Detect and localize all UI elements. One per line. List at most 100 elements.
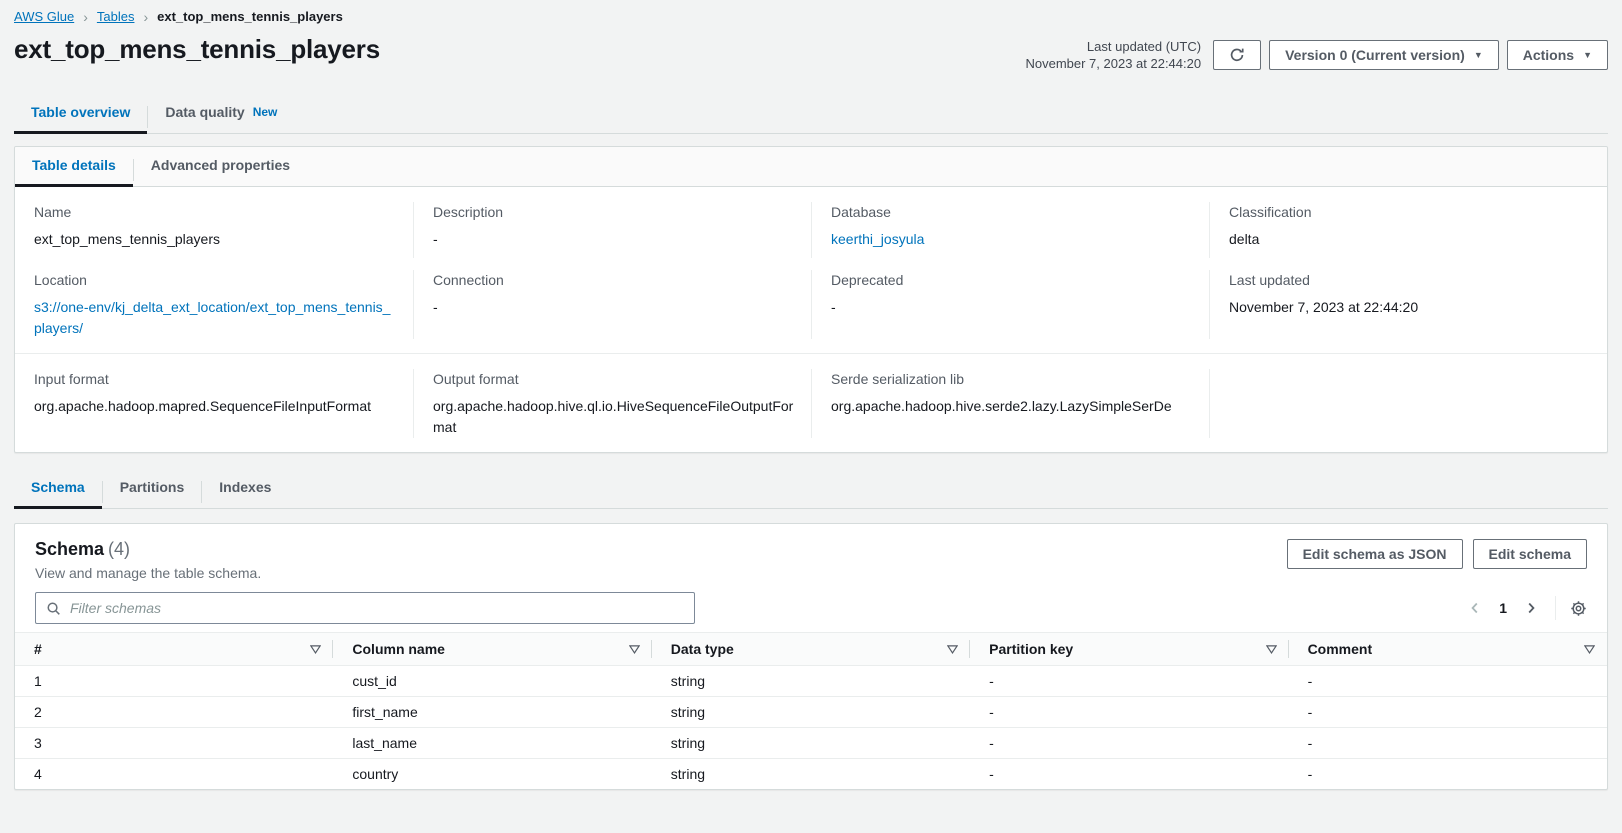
settings-gear-button[interactable] bbox=[1570, 600, 1587, 617]
breadcrumb-link-tables[interactable]: Tables bbox=[97, 9, 135, 24]
chevron-down-icon: ▼ bbox=[1474, 51, 1483, 60]
filter-icon[interactable] bbox=[1266, 645, 1277, 654]
schema-table-body: 1cust_idstring--2first_namestring--3last… bbox=[15, 666, 1607, 790]
filter-icon[interactable] bbox=[629, 645, 640, 654]
schema-description: View and manage the table schema. bbox=[35, 565, 261, 581]
detail-input-format: Input format org.apache.hadoop.mapred.Se… bbox=[15, 369, 413, 438]
actions-dropdown-label: Actions bbox=[1523, 47, 1574, 63]
filter-icon[interactable] bbox=[947, 645, 958, 654]
last-updated-value: November 7, 2023 at 22:44:20 bbox=[1025, 55, 1201, 72]
table-cell: country bbox=[333, 759, 651, 790]
table-cell: - bbox=[1289, 728, 1607, 759]
filter-box bbox=[35, 592, 695, 624]
filter-schemas-input[interactable] bbox=[70, 600, 684, 616]
database-link[interactable]: keerthi_josyula bbox=[831, 231, 924, 247]
detail-name: Name ext_top_mens_tennis_players bbox=[15, 202, 413, 258]
schema-count: (4) bbox=[108, 539, 130, 559]
schema-section-title: Schema bbox=[35, 539, 104, 559]
column-header-data-type[interactable]: Data type bbox=[652, 633, 970, 666]
table-cell: 4 bbox=[15, 759, 333, 790]
version-dropdown[interactable]: Version 0 (Current version) ▼ bbox=[1269, 40, 1499, 70]
pagination-prev-button[interactable] bbox=[1465, 598, 1485, 618]
refresh-button[interactable] bbox=[1213, 40, 1261, 70]
gear-icon bbox=[1570, 600, 1587, 617]
tab-data-quality[interactable]: Data quality New bbox=[148, 94, 294, 133]
page-content: AWS Glue › Tables › ext_top_mens_tennis_… bbox=[14, 0, 1608, 790]
version-dropdown-label: Version 0 (Current version) bbox=[1285, 47, 1465, 63]
detail-description: Description - bbox=[413, 202, 811, 258]
breadcrumb-separator-icon: › bbox=[143, 10, 148, 24]
table-cell: string bbox=[652, 666, 970, 697]
schema-heading: Schema(4) View and manage the table sche… bbox=[35, 539, 261, 581]
column-header-comment[interactable]: Comment bbox=[1289, 633, 1607, 666]
table-row: 2first_namestring-- bbox=[15, 697, 1607, 728]
details-tabs: Table details Advanced properties bbox=[15, 147, 1607, 187]
column-header-partition-key[interactable]: Partition key bbox=[970, 633, 1288, 666]
table-row: 3last_namestring-- bbox=[15, 728, 1607, 759]
table-cell: string bbox=[652, 759, 970, 790]
last-updated-text: Last updated (UTC) November 7, 2023 at 2… bbox=[1025, 38, 1201, 72]
actions-dropdown[interactable]: Actions ▼ bbox=[1507, 40, 1608, 70]
detail-output-format: Output format org.apache.hadoop.hive.ql.… bbox=[413, 369, 811, 438]
table-cell: - bbox=[970, 697, 1288, 728]
detail-deprecated: Deprecated - bbox=[811, 270, 1209, 339]
filter-icon[interactable] bbox=[310, 645, 321, 654]
schema-table: # Column name Data type Partition key Co… bbox=[15, 632, 1607, 789]
pagination-page-number[interactable]: 1 bbox=[1497, 600, 1509, 616]
table-cell: last_name bbox=[333, 728, 651, 759]
tab-data-quality-label: Data quality bbox=[165, 104, 244, 120]
schema-card: Schema(4) View and manage the table sche… bbox=[14, 523, 1608, 790]
breadcrumb-link-aws-glue[interactable]: AWS Glue bbox=[14, 9, 74, 24]
breadcrumb-current-page: ext_top_mens_tennis_players bbox=[157, 9, 343, 24]
search-icon bbox=[46, 601, 61, 616]
edit-schema-json-button[interactable]: Edit schema as JSON bbox=[1287, 539, 1463, 569]
table-cell: 3 bbox=[15, 728, 333, 759]
table-cell: 1 bbox=[15, 666, 333, 697]
edit-schema-button[interactable]: Edit schema bbox=[1473, 539, 1587, 569]
main-tabs: Table overview Data quality New bbox=[14, 94, 1608, 134]
refresh-icon bbox=[1229, 47, 1245, 63]
chevron-left-icon bbox=[1467, 600, 1483, 616]
tab-indexes[interactable]: Indexes bbox=[202, 469, 288, 508]
pagination: 1 bbox=[1465, 596, 1587, 620]
table-cell: - bbox=[970, 728, 1288, 759]
detail-connection: Connection - bbox=[413, 270, 811, 339]
detail-classification: Classification delta bbox=[1209, 202, 1607, 258]
table-row: 1cust_idstring-- bbox=[15, 666, 1607, 697]
details-grid: Name ext_top_mens_tennis_players Descrip… bbox=[15, 187, 1607, 353]
header-actions: Last updated (UTC) November 7, 2023 at 2… bbox=[1025, 38, 1608, 72]
schema-tabs: Schema Partitions Indexes bbox=[14, 469, 1608, 509]
pagination-divider bbox=[1555, 596, 1556, 620]
breadcrumb-separator-icon: › bbox=[83, 10, 88, 24]
detail-database: Database keerthi_josyula bbox=[811, 202, 1209, 258]
last-updated-label: Last updated (UTC) bbox=[1025, 38, 1201, 55]
table-cell: - bbox=[1289, 759, 1607, 790]
detail-empty bbox=[1209, 369, 1607, 438]
page-header: ext_top_mens_tennis_players Last updated… bbox=[14, 34, 1608, 72]
new-badge: New bbox=[253, 105, 278, 119]
tab-table-overview[interactable]: Table overview bbox=[14, 94, 147, 133]
table-cell: - bbox=[1289, 697, 1607, 728]
breadcrumb: AWS Glue › Tables › ext_top_mens_tennis_… bbox=[14, 0, 1608, 24]
table-row: 4countrystring-- bbox=[15, 759, 1607, 790]
filter-icon[interactable] bbox=[1584, 645, 1595, 654]
pagination-next-button[interactable] bbox=[1521, 598, 1541, 618]
detail-serde-lib: Serde serialization lib org.apache.hadoo… bbox=[811, 369, 1209, 438]
page-title: ext_top_mens_tennis_players bbox=[14, 34, 380, 65]
table-cell: - bbox=[970, 666, 1288, 697]
tab-partitions[interactable]: Partitions bbox=[103, 469, 202, 508]
tab-schema[interactable]: Schema bbox=[14, 469, 102, 508]
table-cell: - bbox=[1289, 666, 1607, 697]
tab-table-details[interactable]: Table details bbox=[15, 147, 133, 186]
tab-advanced-properties[interactable]: Advanced properties bbox=[134, 147, 307, 186]
column-header-index[interactable]: # bbox=[15, 633, 333, 666]
table-cell: string bbox=[652, 728, 970, 759]
table-cell: string bbox=[652, 697, 970, 728]
table-cell: first_name bbox=[333, 697, 651, 728]
detail-location: Location s3://one-env/kj_delta_ext_locat… bbox=[15, 270, 413, 339]
location-link[interactable]: s3://one-env/kj_delta_ext_location/ext_t… bbox=[34, 299, 390, 336]
chevron-right-icon bbox=[1523, 600, 1539, 616]
table-cell: - bbox=[970, 759, 1288, 790]
table-cell: 2 bbox=[15, 697, 333, 728]
column-header-column-name[interactable]: Column name bbox=[333, 633, 651, 666]
